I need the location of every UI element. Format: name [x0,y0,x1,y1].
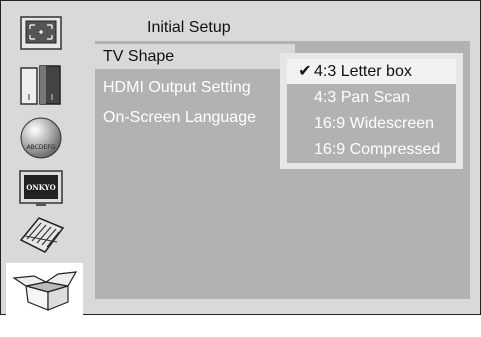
checkmark-icon: ✔ [298,63,312,80]
tv-shape-options: ✔ 4:3 Letter box 4:3 Pan Scan 16:9 Widesc… [287,59,456,163]
option-label: 4:3 Letter box [314,63,412,80]
onkyo-logo: ONKYO [26,183,56,192]
onkyo-tv-icon[interactable]: ONKYO [17,166,65,212]
speaker-setup-icon[interactable] [17,63,65,109]
language-globe-icon[interactable]: ABCDEFG [17,115,65,161]
menu-item-hdmi-output-setting[interactable]: HDMI Output Setting [95,75,251,100]
page-title: Initial Setup [147,19,231,36]
display-setup-icon[interactable] [17,11,65,57]
option-label: 16:9 Compressed [314,141,441,158]
option-4-3-letter-box[interactable]: ✔ 4:3 Letter box [287,59,456,84]
option-16-9-widescreen[interactable]: 16:9 Widescreen [287,111,456,136]
menu-item-tv-shape[interactable]: TV Shape [95,44,295,69]
keyboard-icon[interactable] [17,211,65,257]
globe-letters: ABCDEFG [27,144,56,151]
option-label: 16:9 Widescreen [314,115,435,132]
open-box-icon[interactable] [6,263,83,317]
menu-item-on-screen-language[interactable]: On-Screen Language [95,105,256,130]
option-16-9-compressed[interactable]: 16:9 Compressed [287,137,456,162]
option-4-3-pan-scan[interactable]: 4:3 Pan Scan [287,85,456,110]
setup-screen: ABCDEFG ONKYO Initial Setup TV Shape HDM… [0,0,481,317]
sidebar: ABCDEFG ONKYO [1,1,83,317]
option-label: 4:3 Pan Scan [314,89,411,106]
